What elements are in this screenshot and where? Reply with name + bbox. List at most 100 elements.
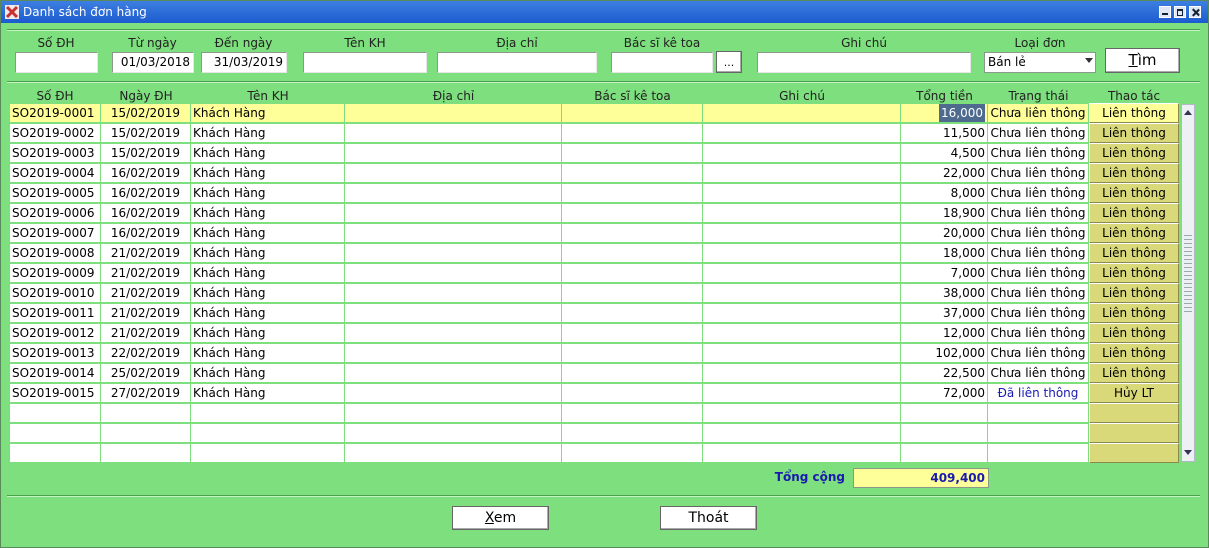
cell-bac-si: [562, 183, 703, 203]
table-row[interactable]: SO2019-0012 21/02/2019 Khách Hàng 12,000…: [9, 323, 1179, 343]
row-action-button[interactable]: Liên thông: [1089, 103, 1179, 123]
cell-ghi-chu: [703, 323, 901, 343]
cell-ten-kh: Khách Hàng: [191, 263, 345, 283]
table-row[interactable]: SO2019-0001 15/02/2019 Khách Hàng 16,000…: [9, 103, 1179, 123]
cell-trang-thai: Chưa liên thông: [988, 123, 1089, 143]
table-row[interactable]: SO2019-0010 21/02/2019 Khách Hàng 38,000…: [9, 283, 1179, 303]
cell-trang-thai: Chưa liên thông: [988, 203, 1089, 223]
cell-ngay-dh: 15/02/2019: [101, 123, 191, 143]
minimize-button[interactable]: [1159, 6, 1171, 18]
cell-ngay-dh: 21/02/2019: [101, 323, 191, 343]
table-row[interactable]: [9, 423, 1179, 443]
view-button[interactable]: Xem: [452, 506, 549, 530]
row-action-button[interactable]: [1089, 443, 1179, 463]
row-action-button[interactable]: Liên thông: [1089, 323, 1179, 343]
scroll-down-arrow-icon[interactable]: [1183, 447, 1193, 459]
cell-trang-thai: Chưa liên thông: [988, 143, 1089, 163]
column-header-ghi-chu: Ghi chú: [779, 89, 825, 103]
scroll-up-arrow-icon[interactable]: [1183, 107, 1193, 119]
cell-so-dh: [9, 423, 101, 443]
doctor-browse-button[interactable]: ...: [716, 51, 742, 73]
cell-tong-tien: 20,000: [901, 223, 988, 243]
order-type-select[interactable]: Bán lẻ: [984, 52, 1096, 73]
column-header-ngay-dh: Ngày ĐH: [119, 89, 173, 103]
row-action-button[interactable]: Liên thông: [1089, 203, 1179, 223]
row-action-button[interactable]: Liên thông: [1089, 243, 1179, 263]
cell-ghi-chu: [703, 183, 901, 203]
search-button[interactable]: Tìm: [1105, 48, 1180, 73]
cell-dia-chi: [345, 243, 562, 263]
so-dh-input[interactable]: [15, 52, 98, 73]
cell-tong-tien: 4,500: [901, 143, 988, 163]
table-row[interactable]: SO2019-0011 21/02/2019 Khách Hàng 37,000…: [9, 303, 1179, 323]
row-action-button[interactable]: Liên thông: [1089, 123, 1179, 143]
table-row[interactable]: SO2019-0003 15/02/2019 Khách Hàng 4,500 …: [9, 143, 1179, 163]
cell-ngay-dh: 25/02/2019: [101, 363, 191, 383]
table-row[interactable]: SO2019-0008 21/02/2019 Khách Hàng 18,000…: [9, 243, 1179, 263]
row-action-button[interactable]: Liên thông: [1089, 223, 1179, 243]
note-input[interactable]: [757, 52, 971, 73]
row-action-button[interactable]: [1089, 403, 1179, 423]
cell-ten-kh: Khách Hàng: [191, 303, 345, 323]
view-button-hotkey: X: [484, 510, 494, 526]
row-action-button[interactable]: Liên thông: [1089, 363, 1179, 383]
exit-button[interactable]: Thoát: [660, 506, 757, 530]
row-action-button[interactable]: Liên thông: [1089, 163, 1179, 183]
table-row[interactable]: SO2019-0004 16/02/2019 Khách Hàng 22,000…: [9, 163, 1179, 183]
cell-so-dh: SO2019-0001: [9, 103, 101, 123]
row-action-button[interactable]: Liên thông: [1089, 143, 1179, 163]
maximize-button[interactable]: [1174, 6, 1186, 18]
close-button[interactable]: [1189, 6, 1201, 18]
cell-ngay-dh: 16/02/2019: [101, 183, 191, 203]
cell-ghi-chu: [703, 383, 901, 403]
doctor-input[interactable]: [611, 52, 713, 73]
cell-ghi-chu: [703, 203, 901, 223]
cell-so-dh: SO2019-0010: [9, 283, 101, 303]
cell-so-dh: SO2019-0015: [9, 383, 101, 403]
row-action-button[interactable]: Liên thông: [1089, 343, 1179, 363]
row-action-button[interactable]: Liên thông: [1089, 303, 1179, 323]
to-date-input[interactable]: 31/03/2019: [201, 52, 287, 73]
table-row[interactable]: [9, 403, 1179, 423]
table-row[interactable]: SO2019-0015 27/02/2019 Khách Hàng 72,000…: [9, 383, 1179, 403]
cell-ngay-dh: 21/02/2019: [101, 303, 191, 323]
cell-dia-chi: [345, 423, 562, 443]
cell-tong-tien: 11,500: [901, 123, 988, 143]
row-action-button[interactable]: Hủy LT: [1089, 383, 1179, 403]
cell-dia-chi: [345, 143, 562, 163]
from-date-input[interactable]: 01/03/2018: [112, 52, 194, 73]
scroll-grip[interactable]: [1184, 235, 1192, 315]
table-row[interactable]: SO2019-0009 21/02/2019 Khách Hàng 7,000 …: [9, 263, 1179, 283]
table-row[interactable]: SO2019-0013 22/02/2019 Khách Hàng 102,00…: [9, 343, 1179, 363]
table-row[interactable]: SO2019-0014 25/02/2019 Khách Hàng 22,500…: [9, 363, 1179, 383]
row-action-button[interactable]: Liên thông: [1089, 183, 1179, 203]
cell-bac-si: [562, 163, 703, 183]
row-action-button[interactable]: [1089, 423, 1179, 443]
cell-tong-tien: 102,000: [901, 343, 988, 363]
cell-trang-thai: Chưa liên thông: [988, 263, 1089, 283]
cell-tong-tien: 38,000: [901, 283, 988, 303]
address-input[interactable]: [437, 52, 597, 73]
table-row[interactable]: SO2019-0006 16/02/2019 Khách Hàng 18,900…: [9, 203, 1179, 223]
cell-dia-chi: [345, 383, 562, 403]
cell-trang-thai: Chưa liên thông: [988, 343, 1089, 363]
table-row[interactable]: SO2019-0005 16/02/2019 Khách Hàng 8,000 …: [9, 183, 1179, 203]
cell-bac-si: [562, 383, 703, 403]
cell-ghi-chu: [703, 163, 901, 183]
table-row[interactable]: SO2019-0007 16/02/2019 Khách Hàng 20,000…: [9, 223, 1179, 243]
row-action-button[interactable]: Liên thông: [1089, 263, 1179, 283]
table-row[interactable]: [9, 443, 1179, 463]
table-scrollbar[interactable]: [1181, 104, 1195, 462]
cell-so-dh: [9, 403, 101, 423]
cell-ten-kh: [191, 423, 345, 443]
cell-ghi-chu: [703, 143, 901, 163]
cell-trang-thai: Chưa liên thông: [988, 283, 1089, 303]
cell-ten-kh: Khách Hàng: [191, 103, 345, 123]
row-action-button[interactable]: Liên thông: [1089, 283, 1179, 303]
title-bar[interactable]: Danh sách đơn hàng: [1, 1, 1208, 23]
cell-ghi-chu: [703, 123, 901, 143]
cell-dia-chi: [345, 403, 562, 423]
table-row[interactable]: SO2019-0002 15/02/2019 Khách Hàng 11,500…: [9, 123, 1179, 143]
filter-label-bac-si: Bác sĩ kê toa: [623, 36, 701, 50]
customer-name-input[interactable]: [303, 52, 427, 73]
